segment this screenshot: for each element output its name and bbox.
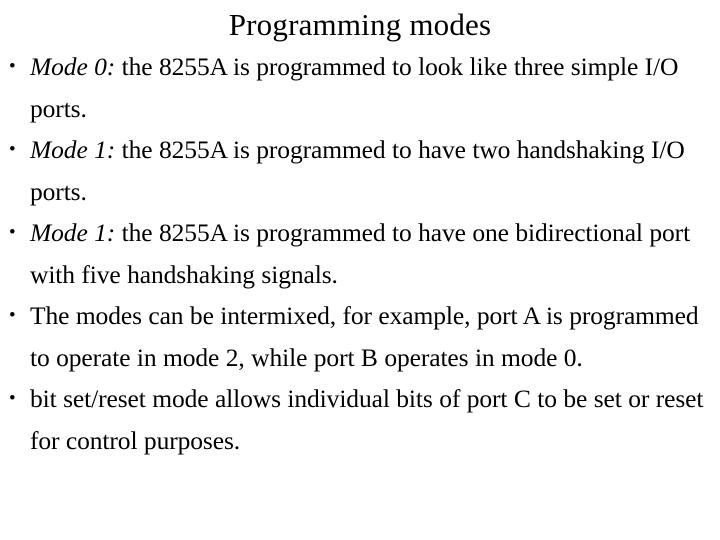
list-item: • bit set/reset mode allows individual bi… <box>0 378 716 461</box>
list-item: • Mode 1: the 8255A is programmed to have… <box>0 212 716 295</box>
bullet-marker-icon: • <box>9 56 16 77</box>
bullet-marker-icon: • <box>9 139 16 160</box>
slide: Programming modes • Mode 0: the 8255A is … <box>0 0 720 540</box>
page-title: Programming modes <box>228 7 492 42</box>
list-item: • The modes can be intermixed, for exampl… <box>0 295 716 378</box>
bullet-emphasis: Mode 0: <box>30 52 116 81</box>
bullet-body: the 8255A is programmed to look like thr… <box>30 52 679 123</box>
bullet-body: bit set/reset mode allows individual bit… <box>30 384 704 455</box>
bullet-body: the 8255A is programmed to have one bidi… <box>30 218 691 289</box>
list-item: • Mode 0: the 8255A is programmed to look… <box>0 46 716 129</box>
bullet-body: the 8255A is programmed to have two hand… <box>30 135 685 206</box>
bullet-marker-icon: • <box>9 388 16 409</box>
bullet-body: The modes can be intermixed, for example… <box>30 301 699 372</box>
bullet-marker-icon: • <box>9 305 16 326</box>
bullet-emphasis: Mode 1: <box>30 218 116 247</box>
list-item: • Mode 1: the 8255A is programmed to have… <box>0 129 716 212</box>
bullet-list: • Mode 0: the 8255A is programmed to look… <box>0 46 720 461</box>
bullet-marker-icon: • <box>9 222 16 243</box>
bullet-emphasis: Mode 1: <box>30 135 116 164</box>
